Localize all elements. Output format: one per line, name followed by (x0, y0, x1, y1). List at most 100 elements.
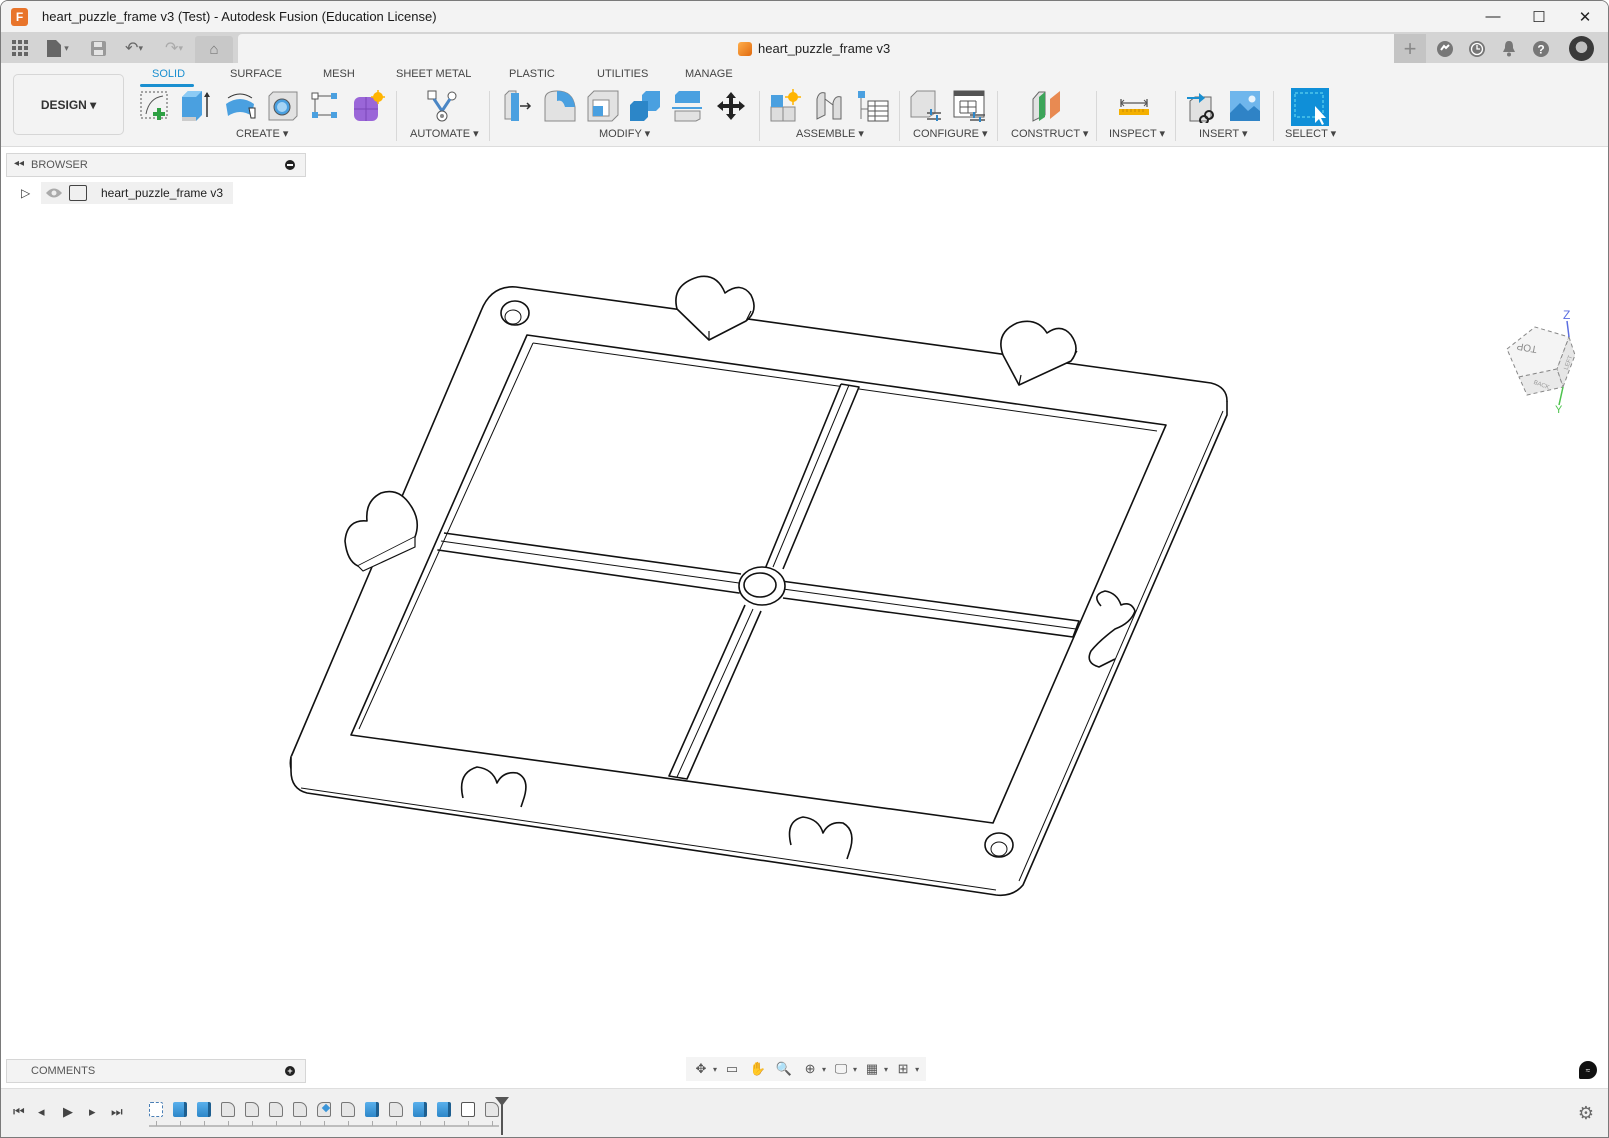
new-component-button[interactable] (769, 88, 803, 124)
split-body-button[interactable] (670, 88, 704, 124)
modify-group-menu[interactable]: MODIFY ▾ (599, 127, 650, 140)
grid-snaps-button[interactable]: ▦ (861, 1059, 883, 1079)
model-canvas[interactable] (1, 147, 1609, 1087)
create-sketch-button[interactable] (138, 88, 172, 124)
look-at-button[interactable]: ▭ (721, 1059, 743, 1079)
timeline-feature-chamfer[interactable] (269, 1102, 283, 1117)
assemble-group-menu[interactable]: ASSEMBLE ▾ (796, 127, 864, 140)
timeline-feature-extrude[interactable] (197, 1102, 211, 1117)
grid-dropdown-icon[interactable]: ▾ (884, 1065, 888, 1074)
timeline-first-button[interactable]: ⏮ (13, 1104, 25, 1120)
timeline-prev-button[interactable]: ◂ (38, 1104, 45, 1120)
timeline-marker[interactable] (495, 1097, 509, 1135)
feedback-chat-icon[interactable]: ≈ (1579, 1061, 1597, 1079)
timeline-play-button[interactable]: ▶ (63, 1104, 73, 1120)
tab-sheet-metal[interactable]: SHEET METAL (396, 68, 471, 80)
timeline-next-button[interactable]: ▸ (89, 1104, 96, 1120)
tab-utilities[interactable]: UTILITIES (597, 68, 648, 80)
create-group-menu[interactable]: CREATE ▾ (236, 127, 288, 140)
construct-group-menu[interactable]: CONSTRUCT ▾ (1011, 127, 1088, 140)
measure-button[interactable] (1117, 88, 1151, 124)
home-button[interactable]: ⌂ (195, 36, 233, 63)
timeline-feature-chamfer[interactable] (245, 1102, 259, 1117)
notifications-button[interactable] (1495, 34, 1523, 63)
pan-button[interactable]: ✋ (747, 1059, 769, 1079)
orbit-button[interactable]: ✥ (690, 1059, 712, 1079)
timeline-feature-fillet[interactable] (317, 1102, 331, 1117)
press-pull-button[interactable] (501, 88, 535, 124)
timeline-feature-extrude[interactable] (413, 1102, 427, 1117)
timeline-feature-chamfer[interactable] (341, 1102, 355, 1117)
tab-plastic[interactable]: PLASTIC (509, 68, 555, 80)
viewports-dropdown-icon[interactable]: ▾ (915, 1065, 919, 1074)
viewcube[interactable]: TOP LEFT BACK Z Y (1497, 307, 1597, 417)
automate-button[interactable] (425, 88, 459, 124)
timeline-feature-extrude[interactable] (173, 1102, 187, 1117)
insert-derive-button[interactable] (1185, 88, 1219, 124)
fit-button[interactable]: ⊕ (799, 1059, 821, 1079)
user-avatar[interactable] (1569, 36, 1594, 61)
timeline-feature-combine[interactable] (461, 1102, 475, 1117)
automate-group-menu[interactable]: AUTOMATE ▾ (410, 127, 479, 140)
canvas-viewport[interactable]: TOP LEFT BACK Z Y (1, 147, 1608, 1087)
offset-plane-button[interactable] (1030, 88, 1064, 124)
timeline-feature-extrude[interactable] (365, 1102, 379, 1117)
extensions-button[interactable] (1431, 34, 1459, 63)
visibility-eye-icon[interactable] (45, 187, 63, 199)
data-panel-grid-icon[interactable] (9, 37, 31, 59)
help-button[interactable]: ? (1527, 34, 1555, 63)
fit-dropdown-icon[interactable]: ▾ (822, 1065, 826, 1074)
fillet-button[interactable] (543, 88, 577, 124)
timeline-feature-chamfer[interactable] (293, 1102, 307, 1117)
display-settings-button[interactable]: 🖵 (830, 1059, 852, 1079)
minimize-button[interactable]: — (1470, 1, 1516, 32)
move-copy-button[interactable] (714, 88, 748, 124)
zoom-button[interactable]: 🔍 (773, 1059, 795, 1079)
collapse-browser-icon[interactable]: ◂◂ (14, 158, 24, 169)
bill-of-materials-button[interactable] (856, 88, 890, 124)
inspect-group-menu[interactable]: INSPECT ▾ (1109, 127, 1165, 140)
revolve-button[interactable] (223, 88, 257, 124)
timeline-feature-chamfer[interactable] (221, 1102, 235, 1117)
insert-canvas-button[interactable] (1228, 88, 1262, 124)
tab-surface[interactable]: SURFACE (230, 68, 282, 80)
create-form-button[interactable] (351, 88, 385, 124)
document-tab[interactable]: heart_puzzle_frame v3 ✕ (238, 34, 1423, 63)
tab-solid[interactable]: SOLID (152, 68, 185, 80)
viewports-button[interactable]: ⊞ (892, 1059, 914, 1079)
new-tab-button[interactable]: + (1394, 34, 1426, 63)
orbit-dropdown-icon[interactable]: ▾ (713, 1065, 717, 1074)
maximize-button[interactable]: ☐ (1516, 1, 1562, 32)
undo-button[interactable]: ↶ ▾ (119, 37, 149, 59)
configure-model-button[interactable] (909, 88, 943, 124)
file-menu-button[interactable]: ▾ (43, 37, 73, 59)
tab-mesh[interactable]: MESH (323, 68, 355, 80)
pattern-button[interactable] (308, 88, 342, 124)
timeline-last-button[interactable]: ⏭ (111, 1104, 123, 1120)
tab-manage[interactable]: MANAGE (685, 68, 733, 80)
redo-button[interactable]: ↷ ▾ (159, 37, 189, 59)
hole-button[interactable] (266, 88, 300, 124)
timeline-settings-icon[interactable]: ⚙ (1578, 1103, 1594, 1124)
job-status-button[interactable] (1463, 34, 1491, 63)
combine-button[interactable] (628, 88, 662, 124)
extrude-button[interactable] (179, 88, 213, 124)
workspace-switcher-button[interactable]: DESIGN ▾ (13, 74, 124, 135)
timeline-feature-chamfer[interactable] (485, 1102, 499, 1117)
timeline-feature-extrude[interactable] (437, 1102, 451, 1117)
select-group-menu[interactable]: SELECT ▾ (1285, 127, 1336, 140)
minimize-browser-icon[interactable] (285, 160, 295, 170)
configuration-table-button[interactable] (952, 88, 986, 124)
save-button[interactable] (87, 37, 109, 59)
insert-group-menu[interactable]: INSERT ▾ (1199, 127, 1248, 140)
expand-arrow-icon[interactable]: ▷ (21, 186, 33, 200)
select-button[interactable] (1291, 88, 1329, 126)
joint-button[interactable] (813, 88, 847, 124)
add-comment-icon[interactable]: + (285, 1066, 295, 1076)
tree-item-row[interactable]: heart_puzzle_frame v3 (41, 182, 234, 204)
configure-group-menu[interactable]: CONFIGURE ▾ (913, 127, 988, 140)
display-dropdown-icon[interactable]: ▾ (853, 1065, 857, 1074)
timeline-feature-sketch[interactable] (149, 1102, 163, 1117)
browser-tree-item[interactable]: ▷ heart_puzzle_frame v3 (21, 182, 234, 204)
shell-button[interactable] (586, 88, 620, 124)
